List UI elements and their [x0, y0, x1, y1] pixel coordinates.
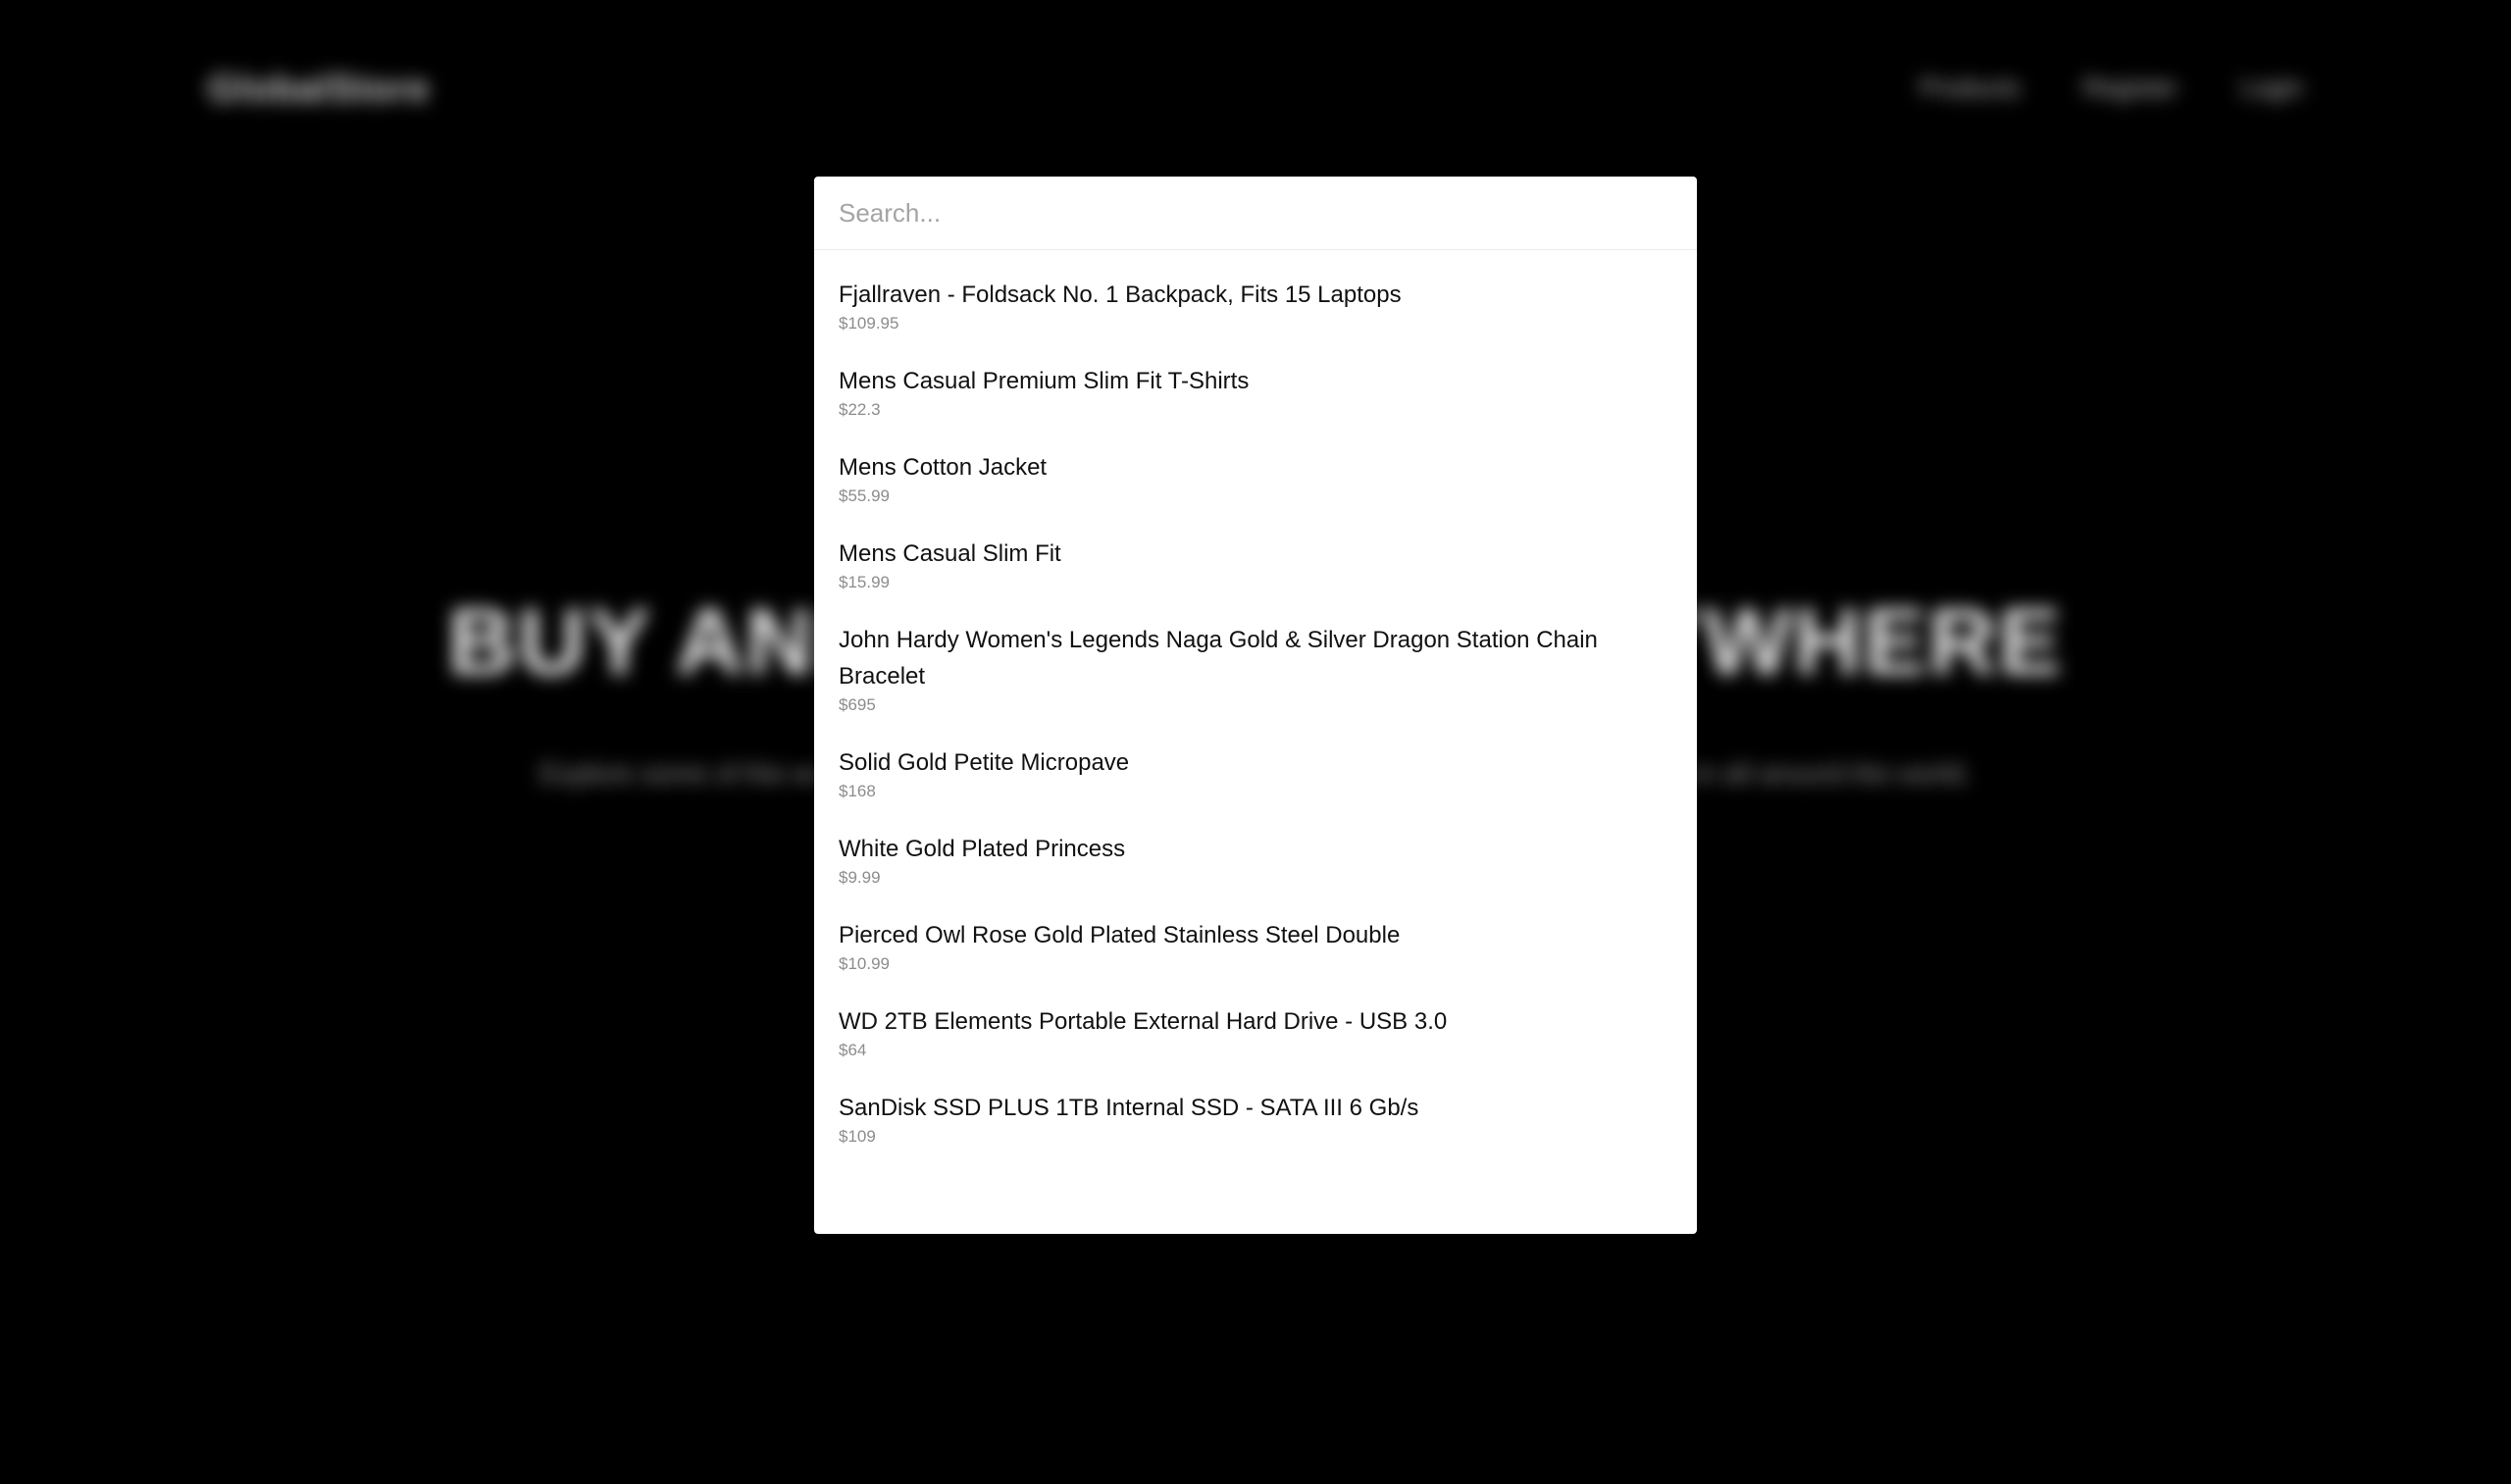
- search-result-item[interactable]: White Gold Plated Princess $9.99: [814, 814, 1697, 900]
- nav-item-login[interactable]: Login: [2240, 73, 2303, 103]
- result-title: Pierced Owl Rose Gold Plated Stainless S…: [839, 922, 1401, 948]
- result-price: $109.95: [839, 314, 899, 333]
- result-price: $168: [839, 782, 876, 800]
- result-price: $15.99: [839, 573, 890, 591]
- search-result-item[interactable]: John Hardy Women's Legends Naga Gold & S…: [814, 605, 1697, 728]
- search-result-item[interactable]: Mens Casual Premium Slim Fit T-Shirts $2…: [814, 346, 1697, 433]
- site-logo: GlobalStore: [208, 69, 431, 110]
- search-result-item[interactable]: Mens Cotton Jacket $55.99: [814, 433, 1697, 519]
- page: GlobalStore Products Register Login BUY …: [0, 0, 2511, 1484]
- search-result-item[interactable]: WD 2TB Elements Portable External Hard D…: [814, 987, 1697, 1073]
- result-title: Fjallraven - Foldsack No. 1 Backpack, Fi…: [839, 281, 1402, 308]
- result-price: $10.99: [839, 954, 890, 973]
- search-results-list: Fjallraven - Foldsack No. 1 Backpack, Fi…: [814, 250, 1697, 1159]
- result-price: $55.99: [839, 486, 890, 505]
- result-title: Mens Cotton Jacket: [839, 454, 1048, 481]
- result-price: $22.3: [839, 400, 881, 419]
- result-title: WD 2TB Elements Portable External Hard D…: [839, 1008, 1448, 1035]
- search-result-item[interactable]: Pierced Owl Rose Gold Plated Stainless S…: [814, 900, 1697, 987]
- result-price: $64: [839, 1041, 867, 1059]
- search-result-item[interactable]: SanDisk SSD PLUS 1TB Internal SSD - SATA…: [814, 1073, 1697, 1159]
- result-title: Solid Gold Petite Micropave: [839, 749, 1130, 776]
- result-price: $109: [839, 1127, 876, 1146]
- result-title: SanDisk SSD PLUS 1TB Internal SSD - SATA…: [839, 1095, 1419, 1121]
- result-title: White Gold Plated Princess: [839, 836, 1126, 862]
- search-input[interactable]: [814, 178, 1697, 248]
- nav-item-products[interactable]: Products: [1920, 73, 2021, 103]
- result-price: $695: [839, 695, 876, 714]
- search-result-item[interactable]: Mens Casual Slim Fit $15.99: [814, 519, 1697, 605]
- site-nav: Products Register Login: [1920, 73, 2303, 103]
- result-title: Mens Casual Slim Fit: [839, 540, 1061, 567]
- nav-item-register[interactable]: Register: [2083, 73, 2178, 103]
- result-title: Mens Casual Premium Slim Fit T-Shirts: [839, 368, 1250, 394]
- search-result-item[interactable]: Fjallraven - Foldsack No. 1 Backpack, Fi…: [814, 260, 1697, 346]
- result-price: $9.99: [839, 868, 881, 887]
- search-bar: [814, 177, 1697, 250]
- search-result-item[interactable]: Solid Gold Petite Micropave $168: [814, 728, 1697, 814]
- result-title: John Hardy Women's Legends Naga Gold & S…: [839, 627, 1598, 690]
- search-modal: Fjallraven - Foldsack No. 1 Backpack, Fi…: [814, 177, 1697, 1234]
